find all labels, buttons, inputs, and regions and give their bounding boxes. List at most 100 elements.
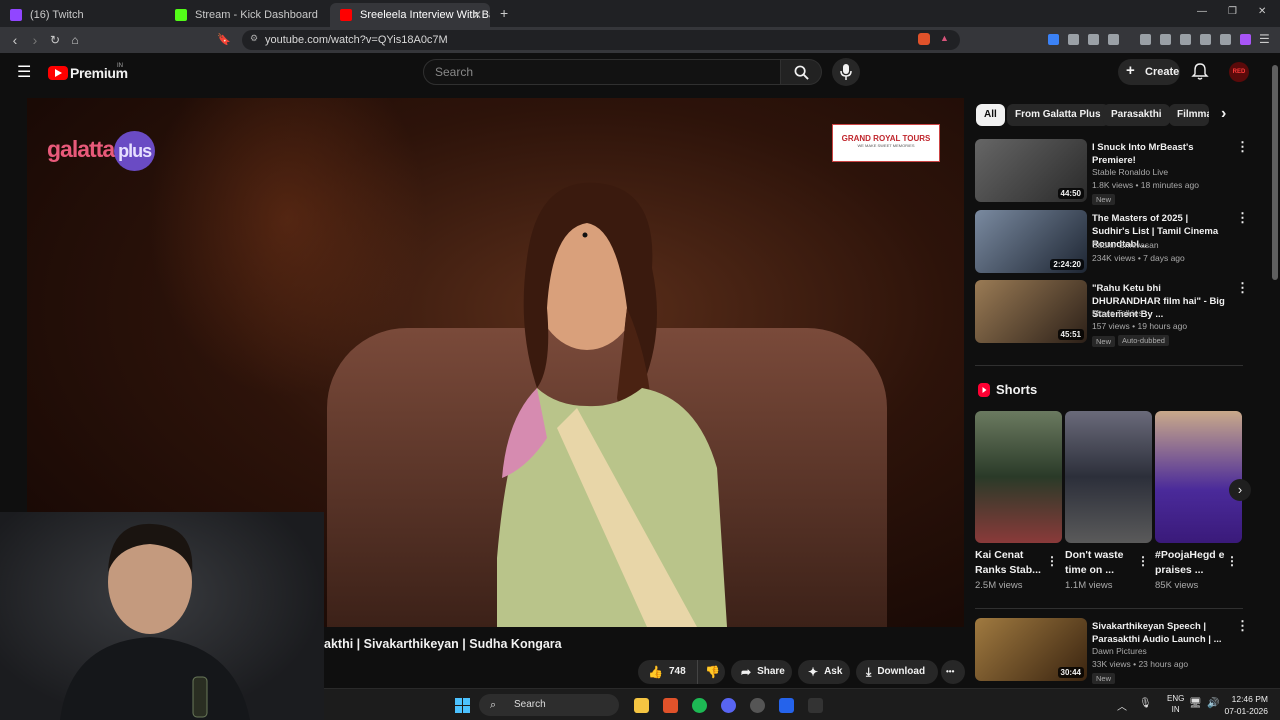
- recommended-video[interactable]: 2:24:20 The Masters of 2025 | Sudhir's L…: [975, 210, 1249, 274]
- more-options-icon[interactable]: ⋮: [1137, 554, 1149, 568]
- scrollbar-thumb[interactable]: [1272, 65, 1278, 280]
- search-input[interactable]: Search: [423, 59, 781, 85]
- system-clock[interactable]: 12:46 PM 07-01-2026: [1225, 693, 1268, 717]
- youtube-logo-icon[interactable]: [48, 66, 68, 80]
- recommended-video[interactable]: 44:50 I Snuck Into MrBeast's Premiere! S…: [975, 139, 1249, 205]
- leo-ai-icon[interactable]: [1200, 34, 1211, 45]
- extension-icon[interactable]: [1108, 34, 1119, 45]
- extension-icon[interactable]: [1048, 34, 1059, 45]
- video-meta: 33K views • 23 hours ago: [1092, 659, 1189, 669]
- video-title[interactable]: I Snuck Into MrBeast's Premiere!: [1092, 141, 1226, 167]
- site-info-icon[interactable]: ⚙: [250, 33, 258, 44]
- extensions-puzzle-icon[interactable]: [1088, 34, 1099, 45]
- search-button[interactable]: [781, 59, 822, 85]
- more-options-icon[interactable]: ⋮: [1236, 211, 1249, 224]
- chevron-up-icon[interactable]: ︿: [1117, 698, 1127, 713]
- channel-name[interactable]: Dawn Pictures: [1092, 646, 1147, 656]
- discord-icon[interactable]: [721, 698, 736, 713]
- video-thumbnail[interactable]: 45:51: [975, 280, 1087, 343]
- short-thumbnail[interactable]: [1065, 411, 1152, 543]
- reload-icon[interactable]: ↻: [47, 32, 63, 48]
- windows-start-icon[interactable]: [455, 698, 470, 713]
- hamburger-menu-icon[interactable]: ☰: [17, 65, 31, 81]
- channel-name[interactable]: Sudhir Srinivasan: [1092, 240, 1159, 250]
- chip-filmmakers[interactable]: Filmma: [1169, 104, 1209, 126]
- short-thumbnail[interactable]: [1155, 411, 1242, 543]
- chip-all[interactable]: All: [976, 104, 1005, 126]
- home-icon[interactable]: ⌂: [67, 32, 83, 48]
- twitch-icon: [10, 9, 22, 21]
- short-title[interactable]: Kai Cenat Ranks Stab...: [975, 548, 1047, 578]
- network-icon[interactable]: 🖥: [1189, 698, 1202, 709]
- channel-name[interactable]: Stable Ronaldo Live: [1092, 167, 1168, 177]
- download-button[interactable]: ⤓ Download: [856, 660, 938, 684]
- app-icon[interactable]: [779, 698, 794, 713]
- spotify-icon[interactable]: [692, 698, 707, 713]
- page-scrollbar[interactable]: [1270, 53, 1280, 688]
- create-button[interactable]: + Create: [1118, 59, 1180, 85]
- dislike-button[interactable]: 👎: [697, 660, 725, 684]
- extension-icon[interactable]: [1068, 34, 1079, 45]
- notifications-bell-icon[interactable]: [1191, 63, 1209, 81]
- taskbar-search[interactable]: ⌕ Search: [479, 694, 619, 716]
- profile-icon[interactable]: [1240, 34, 1251, 45]
- share-button[interactable]: ➦ Share: [731, 660, 792, 684]
- more-options-icon[interactable]: ⋮: [1236, 619, 1249, 632]
- vpn-icon[interactable]: [1220, 34, 1231, 45]
- chevron-right-icon[interactable]: ›: [1221, 106, 1226, 122]
- language-indicator[interactable]: ENG IN: [1167, 693, 1184, 715]
- video-thumbnail[interactable]: 2:24:20: [975, 210, 1087, 273]
- short-title[interactable]: #PoojaHegd e praises ...: [1155, 548, 1227, 578]
- video-thumbnail[interactable]: 44:50: [975, 139, 1087, 202]
- ask-button[interactable]: ✦ Ask: [798, 660, 850, 684]
- music-icon[interactable]: [1140, 34, 1151, 45]
- brave-shields-icon[interactable]: [918, 33, 930, 45]
- maximize-button[interactable]: ❐: [1228, 6, 1237, 17]
- short-views: 1.1M views: [1065, 580, 1113, 591]
- more-options-icon[interactable]: ⋮: [1226, 554, 1238, 568]
- sidebar-icon[interactable]: [1160, 34, 1171, 45]
- short-title[interactable]: Don't waste time on ...: [1065, 548, 1137, 578]
- microphone-icon[interactable]: 🎙: [1139, 698, 1152, 709]
- new-badge: New: [1092, 194, 1116, 205]
- back-icon[interactable]: ‹: [7, 32, 23, 48]
- obs-icon[interactable]: [750, 698, 765, 713]
- epic-games-icon[interactable]: [808, 698, 823, 713]
- chip-parasakthi[interactable]: Parasakthi: [1103, 104, 1170, 126]
- wallet-icon[interactable]: [1180, 34, 1191, 45]
- avatar[interactable]: RED: [1229, 62, 1249, 82]
- video-thumbnail[interactable]: 30:44: [975, 618, 1087, 681]
- brave-rewards-icon[interactable]: ▲: [940, 33, 949, 43]
- close-tab-icon[interactable]: ✕: [472, 8, 482, 22]
- video-title[interactable]: Sivakarthikeyan Speech | Parasakthi Audi…: [1092, 620, 1226, 646]
- brave-icon[interactable]: [663, 698, 678, 713]
- tab-kick-dashboard[interactable]: Stream - Kick Dashboard: [165, 3, 330, 27]
- more-actions-button[interactable]: •••: [941, 660, 965, 684]
- new-tab-button[interactable]: +: [500, 5, 508, 21]
- more-options-icon[interactable]: ⋮: [1236, 281, 1249, 294]
- more-options-icon[interactable]: ⋮: [1236, 140, 1249, 153]
- duration-badge: 30:44: [1057, 667, 1084, 678]
- browser-menu-icon[interactable]: ☰: [1259, 32, 1270, 46]
- thumbs-down-icon: 👎: [705, 665, 720, 679]
- chip-from-galatta-plus[interactable]: From Galatta Plus: [1007, 104, 1109, 126]
- file-explorer-icon[interactable]: [634, 698, 649, 713]
- like-button[interactable]: 👍 748: [638, 660, 697, 684]
- streamer-figure: [60, 523, 250, 720]
- close-window-button[interactable]: ✕: [1258, 6, 1266, 17]
- address-bar[interactable]: ⚙ youtube.com/watch?v=QYis18A0c7M ▲: [242, 30, 960, 50]
- short-thumbnail[interactable]: [975, 411, 1062, 543]
- webcam-overlay: [0, 512, 324, 720]
- recommended-video[interactable]: 45:51 "Rahu Ketu bhi DHURANDHAR film hai…: [975, 280, 1249, 347]
- forward-icon[interactable]: ›: [27, 32, 43, 48]
- minimize-button[interactable]: —: [1197, 6, 1207, 17]
- bookmark-icon[interactable]: 🔖: [216, 32, 232, 48]
- channel-name[interactable]: Movie Talkies: [1092, 308, 1143, 318]
- more-options-icon[interactable]: ⋮: [1046, 554, 1058, 568]
- tab-youtube-video[interactable]: Sreeleela Interview With Baradw ✕: [330, 3, 490, 27]
- tab-twitch[interactable]: (16) Twitch: [0, 3, 165, 27]
- recommended-video[interactable]: 30:44 Sivakarthikeyan Speech | Parasakth…: [975, 618, 1249, 684]
- shorts-next-icon[interactable]: ›: [1229, 479, 1251, 501]
- voice-search-button[interactable]: [832, 58, 860, 86]
- volume-icon[interactable]: 🔊: [1207, 698, 1219, 709]
